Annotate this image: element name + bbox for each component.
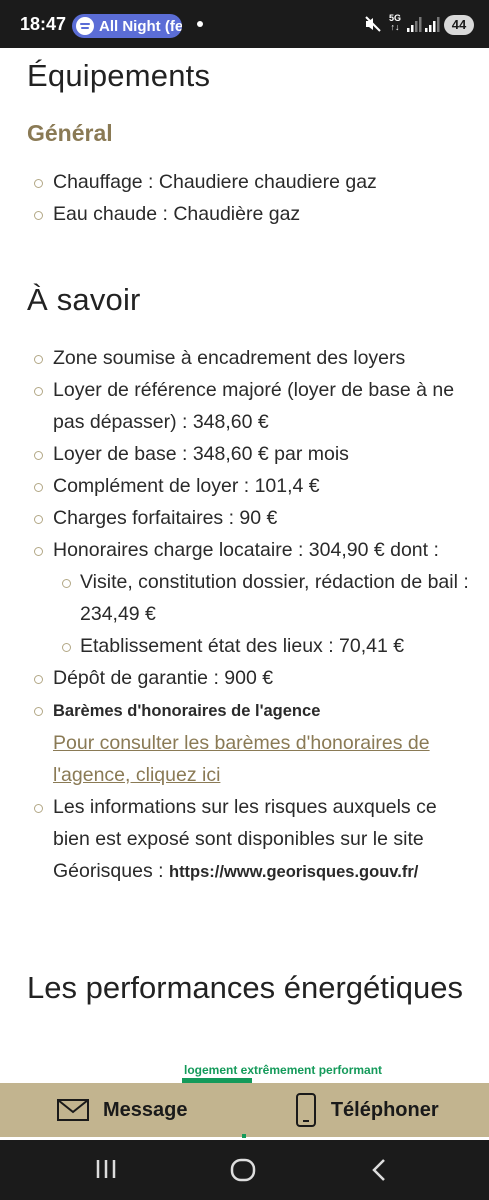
equipements-list: Chauffage : Chaudiere chaudiere gaz Eau … — [0, 166, 377, 230]
section-title-performances: Les performances énergétiques — [27, 970, 463, 1005]
baremes-title: Barèmes d'honoraires de l'agence — [53, 702, 321, 720]
list-item: Complément de loyer : 101,4 € — [0, 470, 470, 502]
mute-icon — [365, 16, 381, 32]
list-item: Loyer de base : 348,60 € par mois — [0, 438, 470, 470]
sub-list-item: Visite, constitution dossier, rédaction … — [0, 566, 470, 630]
signal-icon — [425, 17, 440, 32]
battery-icon: 44 — [444, 15, 474, 35]
energy-marker-icon — [242, 1134, 246, 1138]
status-bar: 18:47 All Night (fe 5G ↑↓ 44 — [0, 0, 489, 48]
list-item-risques: Les informations sur les risques auxquel… — [0, 791, 470, 888]
list-item: Loyer de référence majoré (loyer de base… — [0, 374, 470, 438]
signal-icon — [407, 17, 422, 32]
georisques-url[interactable]: https://www.georisques.gouv.fr/ — [169, 863, 418, 881]
a-savoir-list: Zone soumise à encadrement des loyers Lo… — [0, 342, 470, 888]
baremes-link-wrap: Pour consulter les barèmes d'honoraires … — [0, 727, 470, 791]
section-subtitle-general: Général — [27, 120, 113, 146]
contact-action-bar: Message Téléphoner — [0, 1083, 489, 1137]
list-item: Eau chaude : Chaudière gaz — [0, 198, 377, 230]
sub-list-item: Etablissement état des lieux : 70,41 € — [0, 630, 470, 662]
list-item-baremes: Barèmes d'honoraires de l'agence — [0, 694, 470, 727]
media-pill[interactable]: All Night (fe — [72, 14, 182, 38]
baremes-link[interactable]: Pour consulter les barèmes d'honoraires … — [53, 732, 430, 786]
notification-dot-icon — [197, 21, 203, 27]
energy-label-text: logement extrêmement performant — [184, 1063, 383, 1077]
list-item: Zone soumise à encadrement des loyers — [0, 342, 470, 374]
list-item: Honoraires charge locataire : 304,90 € d… — [0, 534, 470, 566]
home-icon[interactable] — [230, 1158, 256, 1182]
list-item: Charges forfaitaires : 90 € — [0, 502, 470, 534]
network-type: 5G ↑↓ — [389, 13, 402, 32]
system-nav-bar — [0, 1140, 489, 1200]
section-title-a-savoir: À savoir — [27, 282, 141, 317]
section-title-equipements: Équipements — [27, 58, 211, 93]
media-pill-text: All Night (fe — [99, 17, 182, 35]
list-item-depot: Dépôt de garantie : 900 € — [0, 662, 470, 694]
status-time: 18:47 — [20, 14, 67, 34]
envelope-icon — [57, 1099, 89, 1121]
message-button[interactable]: Message — [0, 1083, 245, 1137]
list-item: Chauffage : Chaudiere chaudiere gaz — [0, 166, 377, 198]
phone-button-label: Téléphoner — [330, 1098, 439, 1121]
message-button-label: Message — [103, 1098, 188, 1121]
back-icon[interactable] — [370, 1158, 390, 1182]
spotify-icon — [76, 17, 94, 35]
recent-apps-icon[interactable] — [94, 1158, 118, 1180]
phone-icon — [295, 1093, 316, 1127]
phone-button[interactable]: Téléphoner — [245, 1083, 489, 1137]
